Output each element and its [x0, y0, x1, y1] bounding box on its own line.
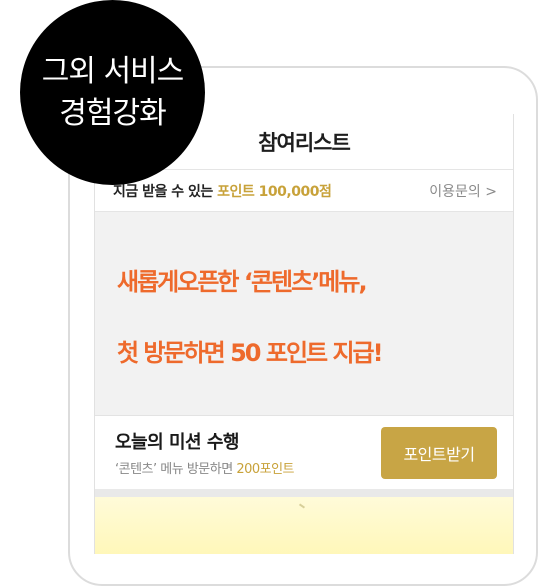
- banner-headline: 새롭게오픈한 ‘콘텐츠’메뉴,: [117, 268, 368, 296]
- banner-subheadline: 첫 방문하면 50 포인트 지급!: [117, 339, 384, 367]
- promo-banner[interactable]: 새롭게오픈한 ‘콘텐츠’메뉴, 첫 방문하면 50 포인트 지급!: [95, 212, 513, 416]
- available-points-text: 지금 받을 수 있는 포인트 100,000점: [113, 181, 332, 201]
- sparkle-mark: [298, 503, 306, 509]
- section-divider: [95, 489, 513, 497]
- app-screen: 참여리스트 지금 받을 수 있는 포인트 100,000점 이용문의 > 새롭게…: [94, 114, 514, 554]
- badge-line2: 경험강화: [59, 95, 166, 131]
- available-points-value: 포인트 100,000점: [217, 183, 332, 200]
- mission-text: 오늘의 미션 수행 ‘콘텐츠’ 메뉴 방문하면 200포인트: [115, 428, 295, 477]
- badge-line1: 그외 서비스: [41, 53, 185, 89]
- mission-reward-points: 200포인트: [236, 462, 295, 477]
- available-points-prefix: 지금 받을 수 있는: [113, 183, 213, 200]
- mission-description: ‘콘텐츠’ 메뉴 방문하면 200포인트: [115, 458, 295, 477]
- mission-title: 오늘의 미션 수행: [115, 432, 239, 453]
- page-title: 참여리스트: [258, 130, 351, 155]
- mission-desc-prefix: ‘콘텐츠’ 메뉴 방문하면: [115, 462, 233, 477]
- points-info-bar: 지금 받을 수 있는 포인트 100,000점 이용문의 >: [95, 170, 513, 212]
- help-link[interactable]: 이용문의 >: [429, 181, 497, 201]
- daily-mission: 오늘의 미션 수행 ‘콘텐츠’ 메뉴 방문하면 200포인트 포인트받기: [95, 416, 513, 489]
- next-card[interactable]: [95, 497, 513, 554]
- claim-points-button[interactable]: 포인트받기: [381, 426, 497, 479]
- feature-badge: 그외 서비스 경험강화: [20, 0, 205, 185]
